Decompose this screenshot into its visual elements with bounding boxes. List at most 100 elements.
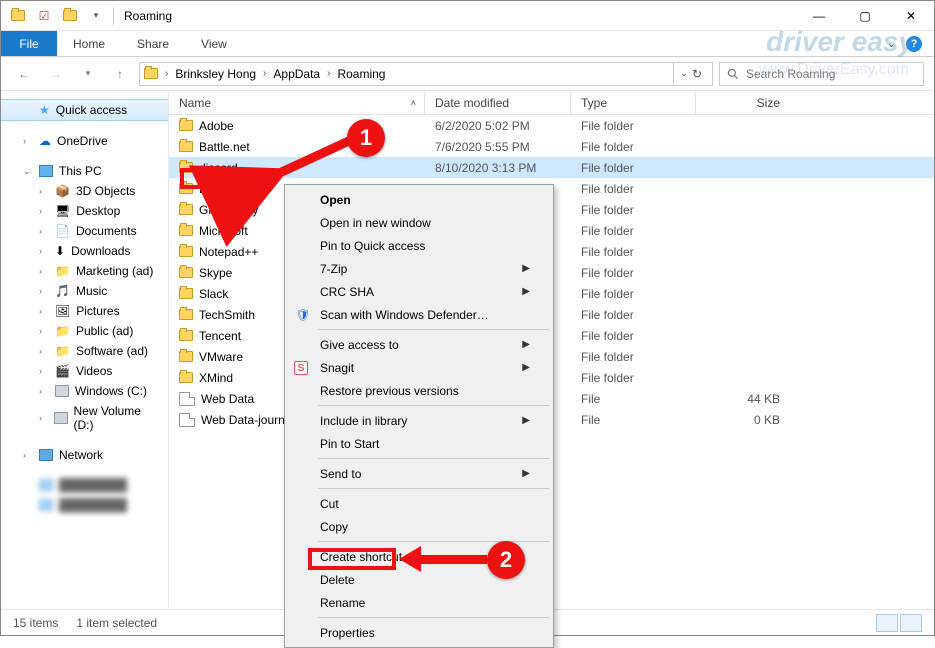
ctx-pin-quick-access[interactable]: Pin to Quick access [288,234,550,257]
search-input[interactable]: Search Roaming [719,62,924,86]
ctx-open[interactable]: Open [288,188,550,211]
nav-item-marketing-ad-[interactable]: ›📁Marketing (ad) [1,261,168,281]
ribbon: File Home Share View ⌄ ? [1,31,934,57]
nav-item-public-ad-[interactable]: ›📁Public (ad) [1,321,168,341]
qat-properties-icon[interactable]: ☑ [33,5,55,27]
tab-share[interactable]: Share [121,31,185,56]
nav-item-label: Windows (C:) [75,384,147,398]
nav-item-desktop[interactable]: ›🖥Desktop [1,201,168,221]
nav-item-label: Videos [76,364,112,378]
expand-icon: › [39,366,49,376]
crumb-1[interactable]: AppData [269,65,324,83]
qat-dropdown-icon[interactable]: ▾ [85,5,107,27]
view-details-button[interactable] [876,614,898,632]
submenu-arrow-icon: ▶ [522,468,530,479]
nav-item-label: Desktop [76,204,120,218]
ctx-crc-sha[interactable]: CRC SHA▶ [288,280,550,303]
breadcrumb-dropdown-icon[interactable]: ⌄ [680,68,688,79]
nav-item-label: Public (ad) [76,324,133,338]
nav-item-label: Music [76,284,107,298]
nav-item-new-volume-d-[interactable]: › New Volume (D:) [1,401,168,435]
nav-quick-access[interactable]: ★Quick access [1,99,168,121]
nav-item-documents[interactable]: ›📄Documents [1,221,168,241]
nav-item-music[interactable]: ›🎵Music [1,281,168,301]
cloud-icon: ☁ [39,134,51,148]
folder-app-icon [7,5,29,27]
expand-icon: › [39,186,49,196]
maximize-button[interactable]: ▢ [842,1,888,31]
file-name: VMware [199,350,243,364]
shield-icon: 🛡 [294,308,312,322]
nav-item-videos[interactable]: ›🎬Videos [1,361,168,381]
nav-onedrive[interactable]: ›☁OneDrive [1,131,168,151]
navigation-pane: ★Quick access ›☁OneDrive ⌄This PC ›📦3D O… [1,91,169,607]
col-type[interactable]: Type [571,91,696,114]
expand-icon: › [39,386,49,396]
drive-icon [55,385,69,397]
nav-network[interactable]: ›Network [1,445,168,465]
forward-button[interactable]: → [43,61,69,87]
ctx-snagit[interactable]: SSnagit▶ [288,356,550,379]
nav-this-pc[interactable]: ⌄This PC [1,161,168,181]
nav-item-label: New Volume (D:) [74,404,159,432]
annotation-badge-1: 1 [347,119,385,157]
ctx-give-access[interactable]: Give access to▶ [288,333,550,356]
nav-item-windows-c-[interactable]: › Windows (C:) [1,381,168,401]
breadcrumb-folder-icon [144,68,158,79]
up-button[interactable]: ↑ [107,61,133,87]
qat-newfolder-icon[interactable] [59,5,81,27]
ctx-open-new-window[interactable]: Open in new window [288,211,550,234]
expand-icon: › [39,266,49,276]
view-icons-button[interactable] [900,614,922,632]
nav-blurred-item[interactable]: ████████ [1,475,168,495]
col-date[interactable]: Date modified [425,91,571,114]
nav-item-downloads[interactable]: ›⬇Downloads [1,241,168,261]
ctx-include-library[interactable]: Include in library▶ [288,409,550,432]
ctx-pin-start[interactable]: Pin to Start [288,432,550,455]
folder-icon [179,309,193,320]
refresh-icon[interactable]: ↻ [692,67,702,81]
ctx-send-to[interactable]: Send to▶ [288,462,550,485]
file-type: File folder [571,119,696,133]
file-type: File folder [571,308,696,322]
status-selected: 1 item selected [76,616,157,630]
star-icon: ★ [39,103,50,117]
folder-icon: 📁 [55,344,70,358]
crumb-2[interactable]: Roaming [333,65,389,83]
tab-home[interactable]: Home [57,31,121,56]
back-button[interactable]: ← [11,61,37,87]
breadcrumb[interactable]: › Brinksley Hong› AppData› Roaming ⌄ ↻ [139,62,713,86]
status-count: 15 items [13,616,58,630]
crumb-0[interactable]: Brinksley Hong [171,65,260,83]
nav-item-3d-objects[interactable]: ›📦3D Objects [1,181,168,201]
col-size[interactable]: Size [696,91,796,114]
nav-item-software-ad-[interactable]: ›📁Software (ad) [1,341,168,361]
file-name: Web Data [201,392,254,406]
nav-blurred-item[interactable]: ████████ [1,495,168,515]
nav-item-pictures[interactable]: ›🖼Pictures [1,301,168,321]
folder-icon [179,204,193,215]
tab-view[interactable]: View [185,31,243,56]
folder-icon [179,351,193,362]
file-tab[interactable]: File [1,31,57,56]
expand-icon: › [39,326,49,336]
ctx-properties[interactable]: Properties [288,621,550,644]
ctx-7zip[interactable]: 7-Zip▶ [288,257,550,280]
address-bar-row: ← → ▾ ↑ › Brinksley Hong› AppData› Roami… [1,57,934,91]
recent-dropdown-icon[interactable]: ▾ [75,61,101,87]
nav-item-label: Software (ad) [76,344,148,358]
ctx-defender[interactable]: 🛡Scan with Windows Defender… [288,303,550,326]
file-type: File folder [571,203,696,217]
expand-icon: › [39,413,48,423]
minimize-button[interactable]: — [796,1,842,31]
close-button[interactable]: ✕ [888,1,934,31]
col-name[interactable]: Name˄ [169,91,425,114]
folder-icon [179,225,193,236]
ribbon-expand-icon[interactable]: ⌄ [887,37,896,50]
help-icon[interactable]: ? [906,36,922,52]
nav-item-label: Documents [76,224,137,238]
ctx-copy[interactable]: Copy [288,515,550,538]
ctx-restore-versions[interactable]: Restore previous versions [288,379,550,402]
ctx-rename[interactable]: Rename [288,591,550,614]
ctx-cut[interactable]: Cut [288,492,550,515]
